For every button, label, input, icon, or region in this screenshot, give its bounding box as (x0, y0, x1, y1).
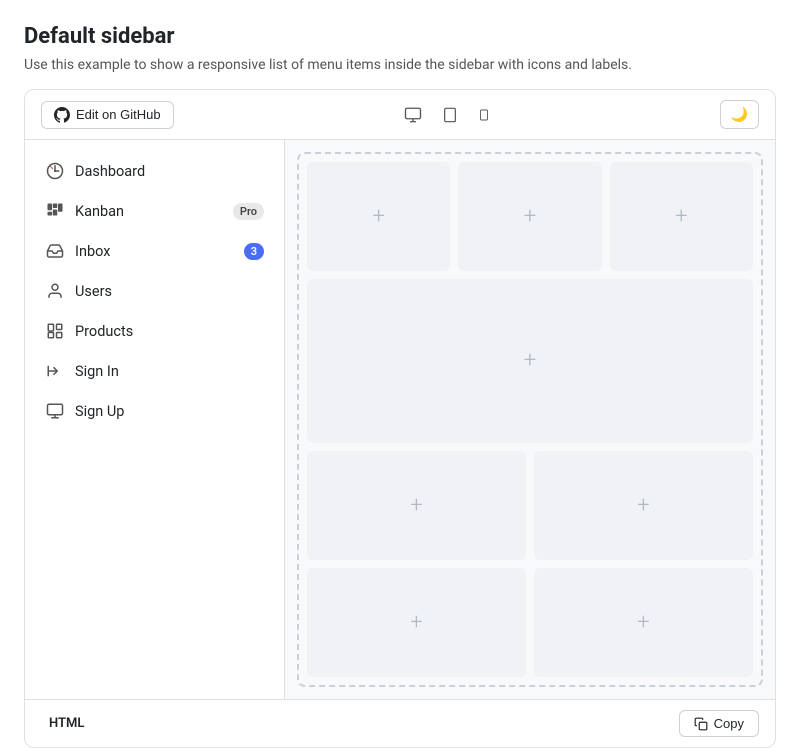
bottom-bar: HTML Copy (25, 699, 775, 747)
page-description: Use this example to show a responsive li… (24, 57, 776, 73)
grid-row-1: + + + (307, 162, 753, 271)
add-icon-1-3: + (675, 204, 687, 229)
grid-cell-3-1[interactable]: + (307, 451, 526, 560)
copy-button-label: Copy (714, 716, 744, 731)
signin-icon (45, 361, 65, 381)
demo-toolbar: Edit on GitHub (25, 90, 775, 140)
sidebar-item-kanban-label: Kanban (75, 203, 223, 220)
sidebar-item-signin[interactable]: Sign In (33, 352, 276, 390)
kanban-pro-badge: Pro (233, 203, 264, 220)
desktop-icon (404, 106, 422, 124)
page-container: Default sidebar Use this example to show… (0, 0, 800, 748)
grid-row-4: + + (307, 568, 753, 677)
edit-on-github-button[interactable]: Edit on GitHub (41, 101, 174, 129)
add-icon-3-1: + (410, 493, 422, 518)
toolbar-center (400, 102, 494, 128)
sidebar-item-dashboard-label: Dashboard (75, 163, 264, 180)
grid-row-3: + + (307, 451, 753, 560)
mobile-view-button[interactable] (474, 102, 494, 128)
kanban-icon (45, 201, 65, 221)
sidebar-item-users-label: Users (75, 283, 264, 300)
signup-icon (45, 401, 65, 421)
sidebar-item-inbox-label: Inbox (75, 243, 234, 260)
page-title: Default sidebar (24, 24, 776, 49)
sidebar-item-users[interactable]: Users (33, 272, 276, 310)
demo-body: Dashboard Kanban Pro (25, 140, 775, 699)
sidebar-item-inbox[interactable]: Inbox 3 (33, 232, 276, 270)
grid-cell-3-2[interactable]: + (534, 451, 753, 560)
html-tab[interactable]: HTML (41, 712, 92, 735)
add-icon-1-2: + (524, 204, 536, 229)
preview-grid: + + + + (297, 152, 763, 687)
copy-button[interactable]: Copy (679, 710, 759, 737)
toolbar-right: 🌙 (720, 100, 759, 129)
products-icon (45, 321, 65, 341)
grid-cell-1-1[interactable]: + (307, 162, 450, 271)
sidebar-item-products-label: Products (75, 323, 264, 340)
preview-area: + + + + (285, 140, 775, 699)
add-icon-4-2: + (637, 610, 649, 635)
grid-cell-4-2[interactable]: + (534, 568, 753, 677)
sidebar: Dashboard Kanban Pro (25, 140, 285, 699)
add-icon-3-2: + (637, 493, 649, 518)
github-icon (54, 107, 70, 123)
grid-cell-4-1[interactable]: + (307, 568, 526, 677)
inbox-count-badge: 3 (244, 243, 264, 260)
tablet-view-button[interactable] (438, 102, 462, 128)
desktop-view-button[interactable] (400, 102, 426, 128)
sidebar-item-signin-label: Sign In (75, 363, 264, 380)
sidebar-item-products[interactable]: Products (33, 312, 276, 350)
grid-cell-1-3[interactable]: + (610, 162, 753, 271)
inbox-icon (45, 241, 65, 261)
mobile-icon (478, 106, 490, 124)
dark-mode-button[interactable]: 🌙 (720, 100, 759, 129)
add-icon-4-1: + (410, 610, 422, 635)
sidebar-item-kanban[interactable]: Kanban Pro (33, 192, 276, 230)
add-icon-2-1: + (524, 348, 536, 373)
grid-row-2: + (307, 279, 753, 443)
sidebar-item-signup-label: Sign Up (75, 403, 264, 420)
github-button-label: Edit on GitHub (76, 107, 161, 122)
dashboard-icon (45, 161, 65, 181)
add-icon-1-1: + (372, 204, 384, 229)
grid-cell-1-2[interactable]: + (458, 162, 601, 271)
tablet-icon (442, 106, 458, 124)
demo-card: Edit on GitHub (24, 89, 776, 748)
users-icon (45, 281, 65, 301)
copy-icon (694, 717, 708, 731)
sidebar-item-dashboard[interactable]: Dashboard (33, 152, 276, 190)
grid-cell-2-1[interactable]: + (307, 279, 753, 443)
toolbar-left: Edit on GitHub (41, 101, 174, 129)
sidebar-item-signup[interactable]: Sign Up (33, 392, 276, 430)
